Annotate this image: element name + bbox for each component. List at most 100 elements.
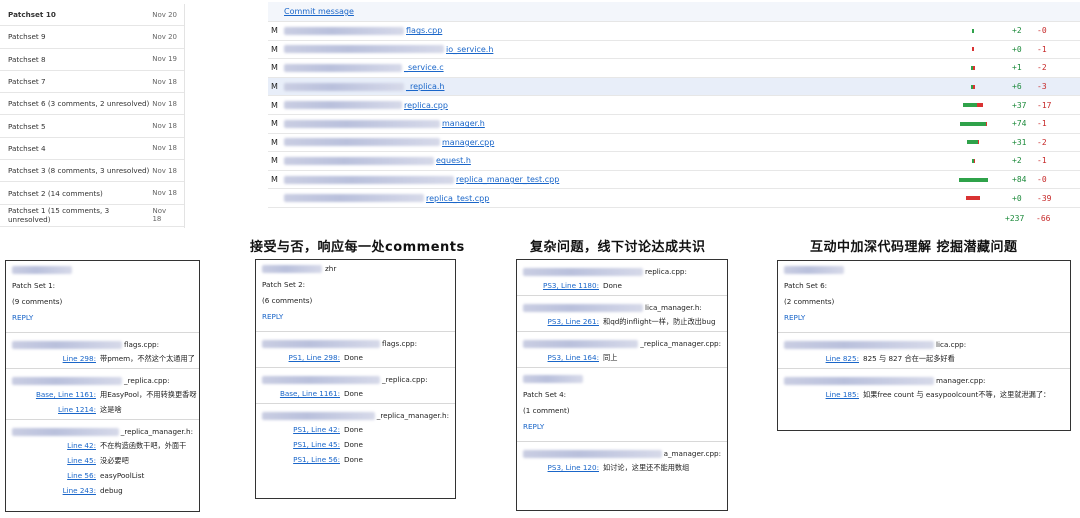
comment-file: lica_manager.h: xyxy=(517,300,727,314)
patchset-label: Patchset 10 xyxy=(8,10,56,20)
patchset-row[interactable]: Patchset 10 Nov 20 xyxy=(0,4,184,27)
deletions-bar xyxy=(973,84,975,89)
comment-line-link[interactable]: PS3, Line 1180: xyxy=(517,281,603,290)
file-name-link[interactable]: replica_test.cpp xyxy=(426,194,489,203)
comment-line-link[interactable]: PS3, Line 164: xyxy=(517,353,603,362)
file-deletions: -17 xyxy=(1037,100,1052,110)
deletions-bar xyxy=(973,65,975,70)
file-row[interactable]: M _service.c +1 -2 xyxy=(268,59,1080,78)
redacted-text xyxy=(12,376,122,385)
comment-row: PS3, Line 120: 如讨论，这里还不能用数组 xyxy=(517,460,727,475)
file-status: M xyxy=(271,156,278,166)
comment-line-link[interactable]: Line 56: xyxy=(6,471,100,480)
divider xyxy=(517,367,727,368)
comment-file: replica.cpp: xyxy=(517,264,727,278)
commit-message-link[interactable]: Commit message xyxy=(284,7,354,16)
comment-text: debug xyxy=(100,486,123,495)
comment-row: Base, Line 1161: 用EasyPool，不用转换更香呀 xyxy=(6,387,199,402)
comment-line-link[interactable]: PS1, Line 56: xyxy=(256,455,344,464)
file-name-link[interactable]: _replica.h xyxy=(406,82,444,91)
deletions-bar xyxy=(973,158,975,163)
comment-groups-top: replica.cpp: PS3, Line 1180: Done lica_mana… xyxy=(517,264,727,365)
comment-author xyxy=(12,265,193,274)
reply-link[interactable]: REPLY xyxy=(523,422,721,431)
comment-file: flags.cpp: xyxy=(256,336,455,350)
redacted-text xyxy=(284,175,454,184)
review-panel-patchset-6: Patch Set 6: (2 comments) REPLY lica.cpp: Li… xyxy=(777,260,1071,431)
file-name-link[interactable]: flags.cpp xyxy=(406,26,442,35)
comment-line-link[interactable]: Line 45: xyxy=(6,456,100,465)
patchset-row[interactable]: Patchset 9 Nov 20 xyxy=(0,26,184,49)
comment-text: Done xyxy=(344,389,363,398)
comment-line-link[interactable]: Line 1214: xyxy=(6,405,100,414)
patchset-row[interactable]: Patchset 5 Nov 18 xyxy=(0,115,184,138)
comment-line-link[interactable]: Line 825: xyxy=(778,354,863,363)
patchset-date: Nov 20 xyxy=(152,10,177,19)
patchset-row[interactable]: Patchset 8 Nov 19 xyxy=(0,49,184,71)
redacted-text xyxy=(262,375,380,384)
file-row[interactable]: Mmanager.h +74 -1 xyxy=(268,115,1080,134)
comment-line-link[interactable]: PS3, Line 261: xyxy=(517,317,603,326)
patchset-row[interactable]: Patchset 6 (3 comments, 2 unresolved) Nov… xyxy=(0,93,184,116)
patchset-date: Nov 18 xyxy=(152,207,167,224)
diff-size-bar xyxy=(958,84,988,89)
comment-text: 如果free count 与 easypoolcount不等，这里就泄漏了： xyxy=(863,389,1051,399)
divider xyxy=(778,368,1070,369)
comment-line-link[interactable]: PS1, Line 45: xyxy=(256,440,344,449)
patchset-date: Nov 18 xyxy=(152,189,177,198)
deletions-bar xyxy=(972,47,974,52)
patch-set-label: Patch Set 4: xyxy=(523,390,567,399)
comment-line-link[interactable]: Line 185: xyxy=(778,390,863,399)
file-name-link[interactable]: _service.c xyxy=(404,63,444,72)
commit-message-row[interactable]: Commit message xyxy=(268,2,1080,22)
redacted-text xyxy=(784,266,844,274)
file-deletions: -39 xyxy=(1037,193,1052,203)
comment-line-link[interactable]: PS3, Line 120: xyxy=(517,463,603,472)
file-row[interactable]: Mreplica.cpp +37 -17 xyxy=(268,96,1080,115)
patchset-label: Patchset 4 xyxy=(8,143,46,153)
comment-line-link[interactable]: PS1, Line 298: xyxy=(256,353,344,362)
patchset-date: Nov 18 xyxy=(152,166,177,175)
reply-link[interactable]: REPLY xyxy=(784,313,1064,322)
comment-file: _replica.cpp: xyxy=(256,372,455,386)
comment-count: (1 comment) xyxy=(523,406,570,415)
file-name-link[interactable]: equest.h xyxy=(436,156,471,165)
comment-count: (2 comments) xyxy=(784,297,835,306)
patchset-label: Patchset 9 xyxy=(8,32,46,42)
file-row[interactable]: Mequest.h +2 -1 xyxy=(268,152,1080,171)
patchset-row[interactable]: Patchset 7 Nov 18 xyxy=(0,71,184,94)
file-deletions: -1 xyxy=(1037,156,1047,166)
deletions-bar xyxy=(985,121,987,126)
comment-line-link[interactable]: Line 243: xyxy=(6,486,100,495)
patchset-row[interactable]: Patchset 3 (8 comments, 3 unresolved) Nov… xyxy=(0,160,184,183)
divider xyxy=(6,419,199,420)
file-row[interactable]: replica_test.cpp +0 -39 xyxy=(268,189,1080,208)
comment-line-link[interactable]: Line 298: xyxy=(6,354,100,363)
file-name-link[interactable]: replica.cpp xyxy=(404,101,448,110)
patchset-row[interactable]: Patchset 2 (14 comments) Nov 18 xyxy=(0,182,184,205)
file-name-link[interactable]: io_service.h xyxy=(446,45,493,54)
file-name-link[interactable]: manager.h xyxy=(442,119,485,128)
reply-link[interactable]: REPLY xyxy=(12,313,193,322)
file-row[interactable]: Mio_service.h +0 -1 xyxy=(268,41,1080,60)
comment-line-link[interactable]: Line 42: xyxy=(6,441,100,450)
comment-line-link[interactable]: Base, Line 1161: xyxy=(256,389,344,398)
file-status: M xyxy=(271,100,278,110)
additions-bar xyxy=(972,28,974,33)
comment-line-link[interactable]: PS1, Line 42: xyxy=(256,425,344,434)
file-name-link[interactable]: replica_manager_test.cpp xyxy=(456,175,559,184)
patchset-row[interactable]: Patchset 1 (15 comments, 3 unresolved) No… xyxy=(0,205,184,227)
redacted-text xyxy=(523,339,639,348)
file-row[interactable]: Mmanager.cpp +31 -2 xyxy=(268,134,1080,153)
file-row[interactable]: Mflags.cpp +2 -0 xyxy=(268,22,1080,41)
file-name-link[interactable]: manager.cpp xyxy=(442,138,494,147)
total-additions: +237 xyxy=(1005,213,1025,223)
reply-link[interactable]: REPLY xyxy=(262,312,449,321)
file-row[interactable]: Mreplica_manager_test.cpp +84 -0 xyxy=(268,171,1080,190)
comment-row: PS1, Line 42: Done xyxy=(256,422,455,437)
file-status: M xyxy=(271,119,278,129)
caption-offline-discussion: 复杂问题，线下讨论达成共识 xyxy=(530,240,706,255)
comment-line-link[interactable]: Base, Line 1161: xyxy=(6,390,100,399)
patchset-row[interactable]: Patchset 4 Nov 18 xyxy=(0,138,184,161)
file-row[interactable]: M _replica.h +6 -3 xyxy=(268,77,1080,97)
